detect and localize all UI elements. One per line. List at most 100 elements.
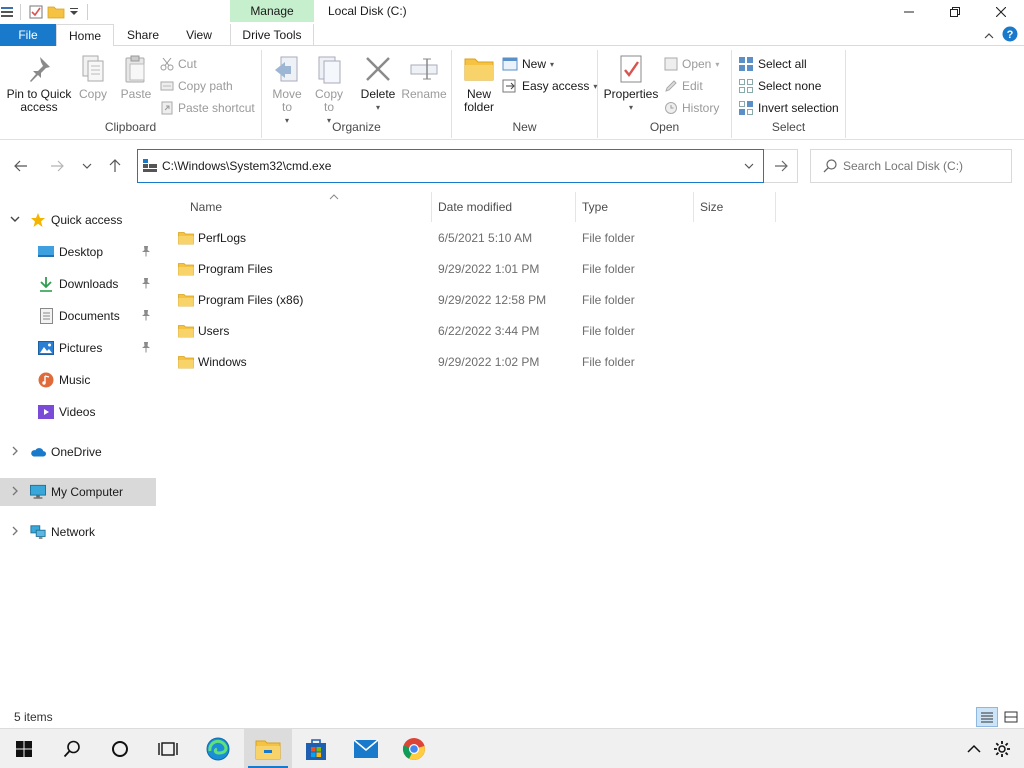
arrow-up-icon [109,159,121,172]
customize-qat-icon[interactable] [67,0,81,24]
nav-documents[interactable]: Documents [0,302,156,330]
tab-share[interactable]: Share [116,24,170,46]
new-item-icon [502,57,518,71]
nav-documents-label: Documents [59,309,120,323]
close-button[interactable] [978,0,1024,24]
invert-selection-button[interactable]: Invert selection [738,98,839,118]
table-row[interactable]: PerfLogs 6/5/2021 5:10 AM File folder [172,226,652,250]
copy-to-label: Copy to [314,87,343,114]
taskbar-search-button[interactable] [48,729,96,768]
new-folder-button[interactable]: New folder [458,52,500,114]
back-button[interactable] [10,156,32,176]
select-none-button[interactable]: Select none [738,76,821,96]
paste-icon [120,52,152,86]
up-button[interactable] [104,156,126,176]
properties-button[interactable]: Properties ▾ [602,52,660,114]
search-box[interactable] [810,149,1012,183]
details-view-button[interactable] [976,707,998,727]
column-header-type[interactable]: Type [576,192,694,222]
chevron-right-icon[interactable] [9,526,21,539]
manage-context-tab[interactable]: Manage [230,0,314,22]
chrome-taskbar-button[interactable] [390,729,438,768]
go-button[interactable] [764,149,798,183]
nav-desktop[interactable]: Desktop [0,238,156,266]
pin-to-quick-access-button[interactable]: Pin to Quick access [6,52,72,114]
tab-home[interactable]: Home [56,24,114,47]
chevron-right-icon[interactable] [9,446,21,459]
pin-icon[interactable] [141,309,151,324]
copy-button[interactable]: Copy [76,52,110,101]
edge-taskbar-button[interactable] [194,729,242,768]
nav-quick-access[interactable]: Quick access [0,206,156,234]
column-header-date[interactable]: Date modified [432,192,576,222]
scissors-icon [160,57,174,71]
chevron-down-icon[interactable] [9,215,21,226]
minimize-button[interactable] [886,0,932,24]
nav-music[interactable]: Music [0,366,156,394]
new-item-button[interactable]: New ▾ [502,54,554,74]
tab-drive-tools[interactable]: Drive Tools [230,24,314,46]
table-row[interactable]: Program Files 9/29/2022 1:01 PM File fol… [172,257,652,281]
pin-icon[interactable] [141,245,151,260]
nav-network[interactable]: Network [0,518,156,546]
pin-icon[interactable] [141,277,151,292]
search-input[interactable] [837,150,1011,182]
start-button[interactable] [0,729,48,768]
file-name: Users [198,324,230,338]
chevron-up-icon[interactable] [984,29,994,43]
nav-pictures[interactable]: Pictures [0,334,156,362]
paste-shortcut-button[interactable]: Paste shortcut [160,98,255,118]
address-input[interactable] [158,150,735,182]
address-dropdown-icon[interactable] [735,162,763,170]
open-button[interactable]: Open ▾ [664,54,719,74]
invert-selection-icon [739,101,753,115]
mail-icon [353,739,379,758]
history-button[interactable]: History [664,98,719,118]
copy-path-button[interactable]: Copy path [160,76,233,96]
maximize-button[interactable] [932,0,978,24]
tab-view[interactable]: View [172,24,226,46]
windows-logo-icon [16,741,32,757]
column-header-name[interactable]: Name [184,192,432,222]
new-group: New folder New ▾ Easy access ▾ New [452,50,598,138]
tab-file[interactable]: File [0,24,56,46]
large-icons-view-button[interactable] [1000,707,1022,727]
forward-button[interactable] [46,156,68,176]
window-controls [886,0,1024,24]
nav-onedrive[interactable]: OneDrive [0,438,156,466]
nav-my-computer[interactable]: My Computer [0,478,156,506]
document-icon [38,308,54,324]
table-row[interactable]: Users 6/22/2022 3:44 PM File folder [172,319,652,343]
new-folder-qat-icon[interactable] [45,0,67,24]
mail-taskbar-button[interactable] [342,729,390,768]
folder-icon [178,319,194,343]
pin-icon[interactable] [141,341,151,356]
settings-taskbar-button[interactable] [984,729,1020,768]
address-bar[interactable] [137,149,764,183]
chevron-right-icon[interactable] [9,486,21,499]
table-row[interactable]: Windows 9/29/2022 1:02 PM File folder [172,350,652,374]
recent-locations-button[interactable] [76,156,98,176]
app-menu-icon[interactable] [0,0,14,24]
file-date: 9/29/2022 1:01 PM [438,262,540,276]
nav-downloads[interactable]: Downloads [0,270,156,298]
nav-videos[interactable]: Videos [0,398,156,426]
task-view-button[interactable] [144,729,192,768]
properties-qat-icon[interactable] [27,0,45,24]
taskbar [0,728,1024,768]
select-all-button[interactable]: Select all [738,54,807,74]
cortana-button[interactable] [96,729,144,768]
paste-button[interactable]: Paste [118,52,154,101]
rename-button[interactable]: Rename [401,52,447,101]
store-taskbar-button[interactable] [292,729,340,768]
table-row[interactable]: Program Files (x86) 9/29/2022 12:58 PM F… [172,288,652,312]
cut-button[interactable]: Cut [160,54,197,74]
move-to-button[interactable]: Move to ▾ [268,52,306,127]
column-header-size[interactable]: Size [694,192,776,222]
delete-button[interactable]: Delete ▾ [358,52,398,114]
help-icon[interactable]: ? [1002,26,1018,45]
file-explorer-taskbar-button[interactable] [244,729,292,768]
copy-to-button[interactable]: Copy to ▾ [310,52,348,127]
edit-button[interactable]: Edit [664,76,703,96]
easy-access-button[interactable]: Easy access ▾ [502,76,597,96]
